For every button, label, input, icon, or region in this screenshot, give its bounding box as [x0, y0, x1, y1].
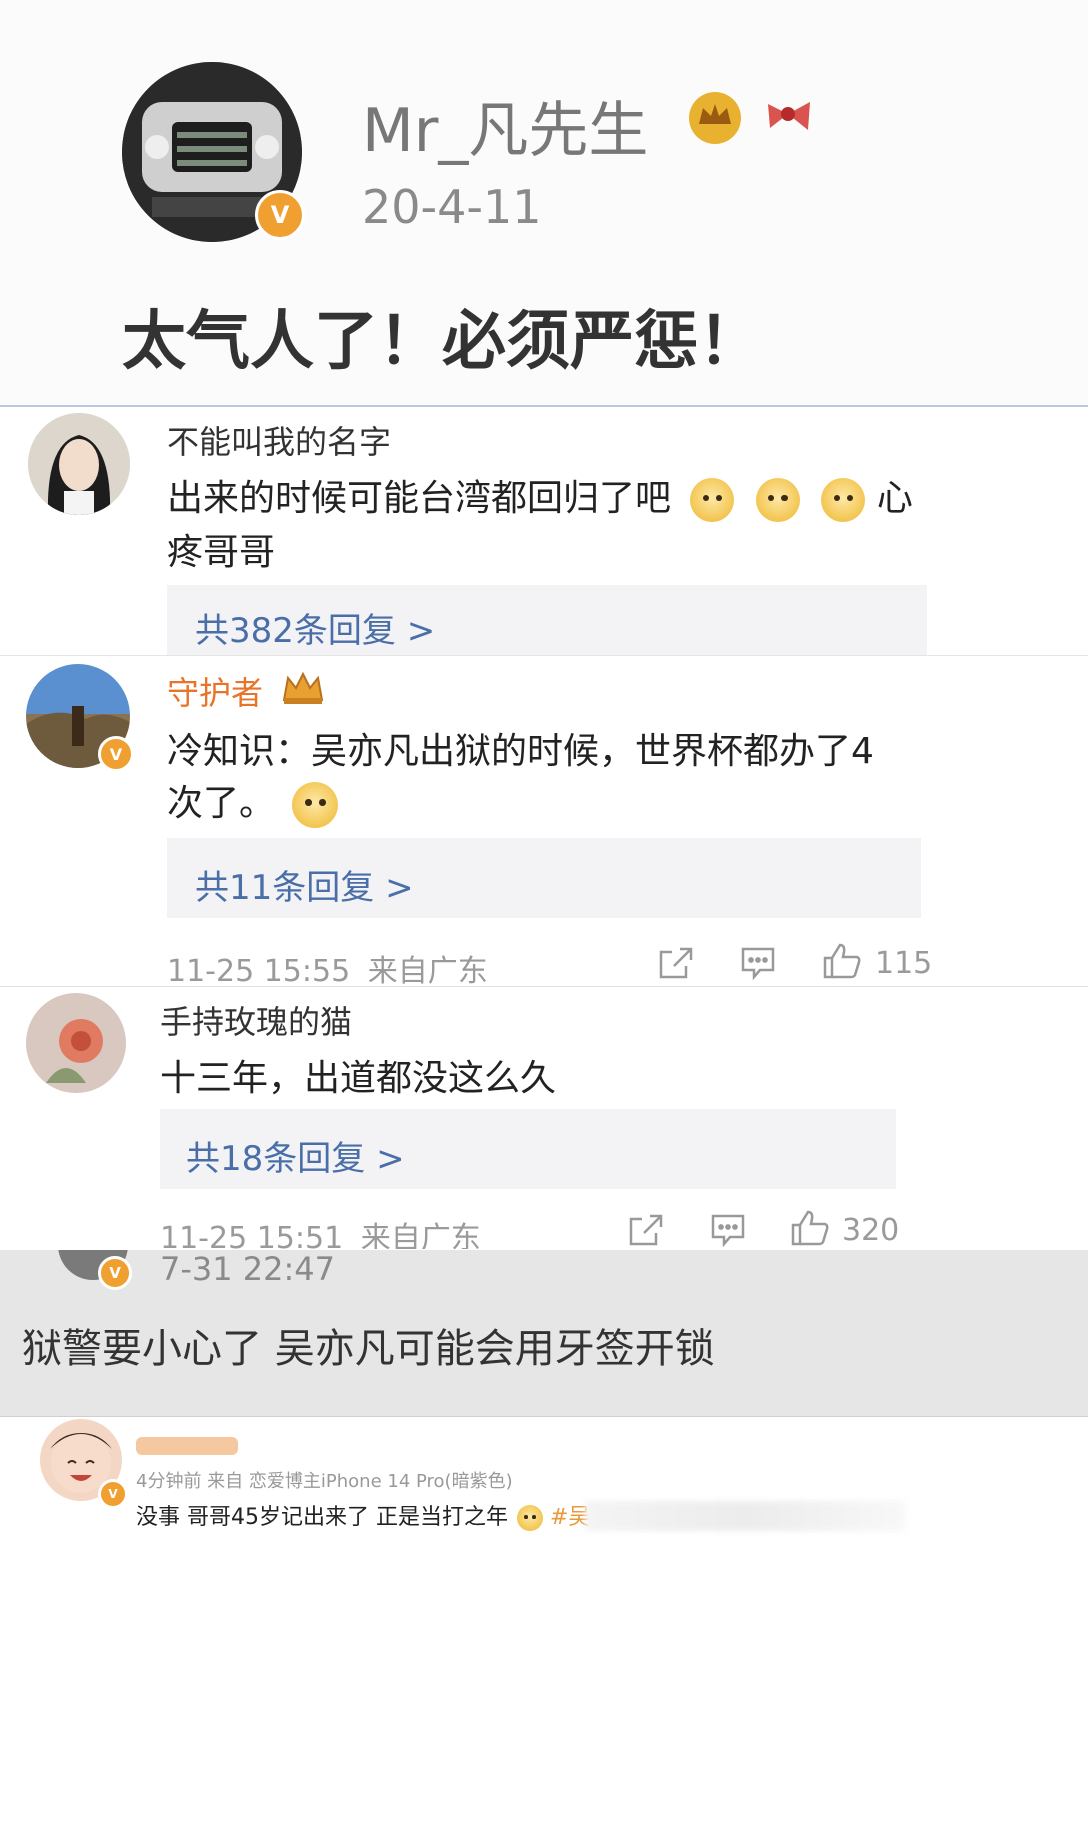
share-icon[interactable] [658, 946, 694, 984]
comment-card: 手持玫瑰的猫 十三年，出道都没这么久 共18条回复 > 11-25 15:51 … [0, 987, 1088, 1249]
view-replies-link[interactable]: 共18条回复 > [186, 1131, 405, 1180]
member-crown-icon [280, 668, 326, 712]
comment-time: 11-25 15:51 来自广东 [160, 1213, 481, 1249]
comment-time: 11-25 15:55 来自广东 [167, 946, 488, 987]
comment-text: 十三年，出道都没这么久 [160, 1058, 557, 1099]
reply-summary-box[interactable]: 共11条回复 > [167, 838, 921, 918]
like-count: 115 [875, 946, 933, 981]
doge-emoji-icon [821, 478, 866, 522]
bottom-post-panel: V 4分钟前 来自 恋爱博主iPhone 14 Pro(暗紫色) 没事 哥哥45… [0, 1417, 1088, 1845]
comment-text: 出来的时候可能台湾都回归了吧 [167, 478, 672, 519]
crown-icon [685, 88, 745, 148]
post-author-name[interactable]: Mr_凡先生 [362, 82, 648, 169]
verified-badge: V [98, 1256, 132, 1290]
comment-location: 来自广东 [367, 954, 488, 987]
commenter-avatar[interactable] [26, 993, 126, 1093]
reply-summary-box[interactable]: 共18条回复 > [160, 1109, 896, 1189]
comment-icon[interactable] [710, 1213, 746, 1249]
view-replies-link[interactable]: 共382条回复 > [195, 603, 435, 652]
comment-text-tail: 心 [876, 478, 913, 519]
crying-emoji-icon [516, 1505, 543, 1531]
verified-badge: V [98, 1479, 128, 1509]
woman-avatar-image [28, 413, 130, 515]
post-header-panel: V Mr_凡先生 20-4-11 太气人了！必须严惩！ [0, 0, 1088, 407]
comment-timestamp: 11-25 15:55 [167, 954, 351, 987]
verified-badge: V [255, 190, 305, 240]
commenter-name[interactable]: 守护者 [167, 668, 263, 714]
commenter-name[interactable]: 手持玫瑰的猫 [160, 997, 352, 1043]
screenshot-text: 狱警要小心了 吴亦凡可能会用牙签开锁 [22, 1326, 715, 1372]
comment-card: 不能叫我的名字 出来的时候可能台湾都回归了吧 心 疼哥哥 共382条回复 > [0, 407, 1088, 656]
commenter-avatar[interactable] [28, 413, 130, 515]
screenshot-date: 7-31 22:47 [160, 1250, 336, 1288]
blurred-region [585, 1501, 905, 1531]
ribbon-icon [758, 84, 820, 148]
like-icon[interactable] [790, 1209, 830, 1249]
verified-badge: V [98, 736, 134, 772]
reply-summary-box[interactable]: 共382条回复 > [167, 585, 927, 655]
doge-emoji-icon [292, 782, 339, 828]
cat-rose-avatar-image [26, 993, 126, 1093]
doge-emoji-icon [690, 478, 735, 522]
like-icon[interactable] [822, 942, 862, 984]
comment-text-line1: 冷知识：吴亦凡出狱的时候，世界杯都办了4 [167, 731, 874, 772]
comment-text-line2: 疼哥哥 [167, 532, 276, 573]
view-replies-link[interactable]: 共11条回复 > [195, 860, 414, 909]
share-icon[interactable] [628, 1213, 664, 1249]
doge-emoji-icon [755, 478, 800, 522]
comment-text-line2: 次了。 [167, 774, 339, 828]
post-date: 20-4-11 [362, 180, 542, 234]
commenter-name[interactable]: 不能叫我的名字 [167, 417, 391, 463]
comment-timestamp: 11-25 15:51 [160, 1221, 344, 1249]
bottom-post-meta: 4分钟前 来自 恋爱博主iPhone 14 Pro(暗紫色) [136, 1471, 513, 1492]
comment-text: 次了。 [167, 783, 276, 824]
comment-icon[interactable] [740, 946, 776, 984]
screenshot-panel: V 7-31 22:47 狱警要小心了 吴亦凡可能会用牙签开锁 [0, 1250, 1088, 1417]
comment-card: V 守护者 冷知识：吴亦凡出狱的时候，世界杯都办了4 次了。 共11条回复 > … [0, 656, 1088, 987]
bottom-post-text: 没事 哥哥45岁记出来了 正是当打之年 #吴 [136, 1499, 590, 1531]
comment-text-line1: 出来的时候可能台湾都回归了吧 心 [167, 469, 913, 522]
blurred-username [136, 1437, 238, 1455]
like-count: 320 [842, 1213, 900, 1248]
comment-location: 来自广东 [360, 1221, 481, 1249]
bottom-post-body: 没事 哥哥45岁记出来了 正是当打之年 [136, 1505, 508, 1530]
post-text: 太气人了！必须严惩！ [122, 305, 762, 379]
